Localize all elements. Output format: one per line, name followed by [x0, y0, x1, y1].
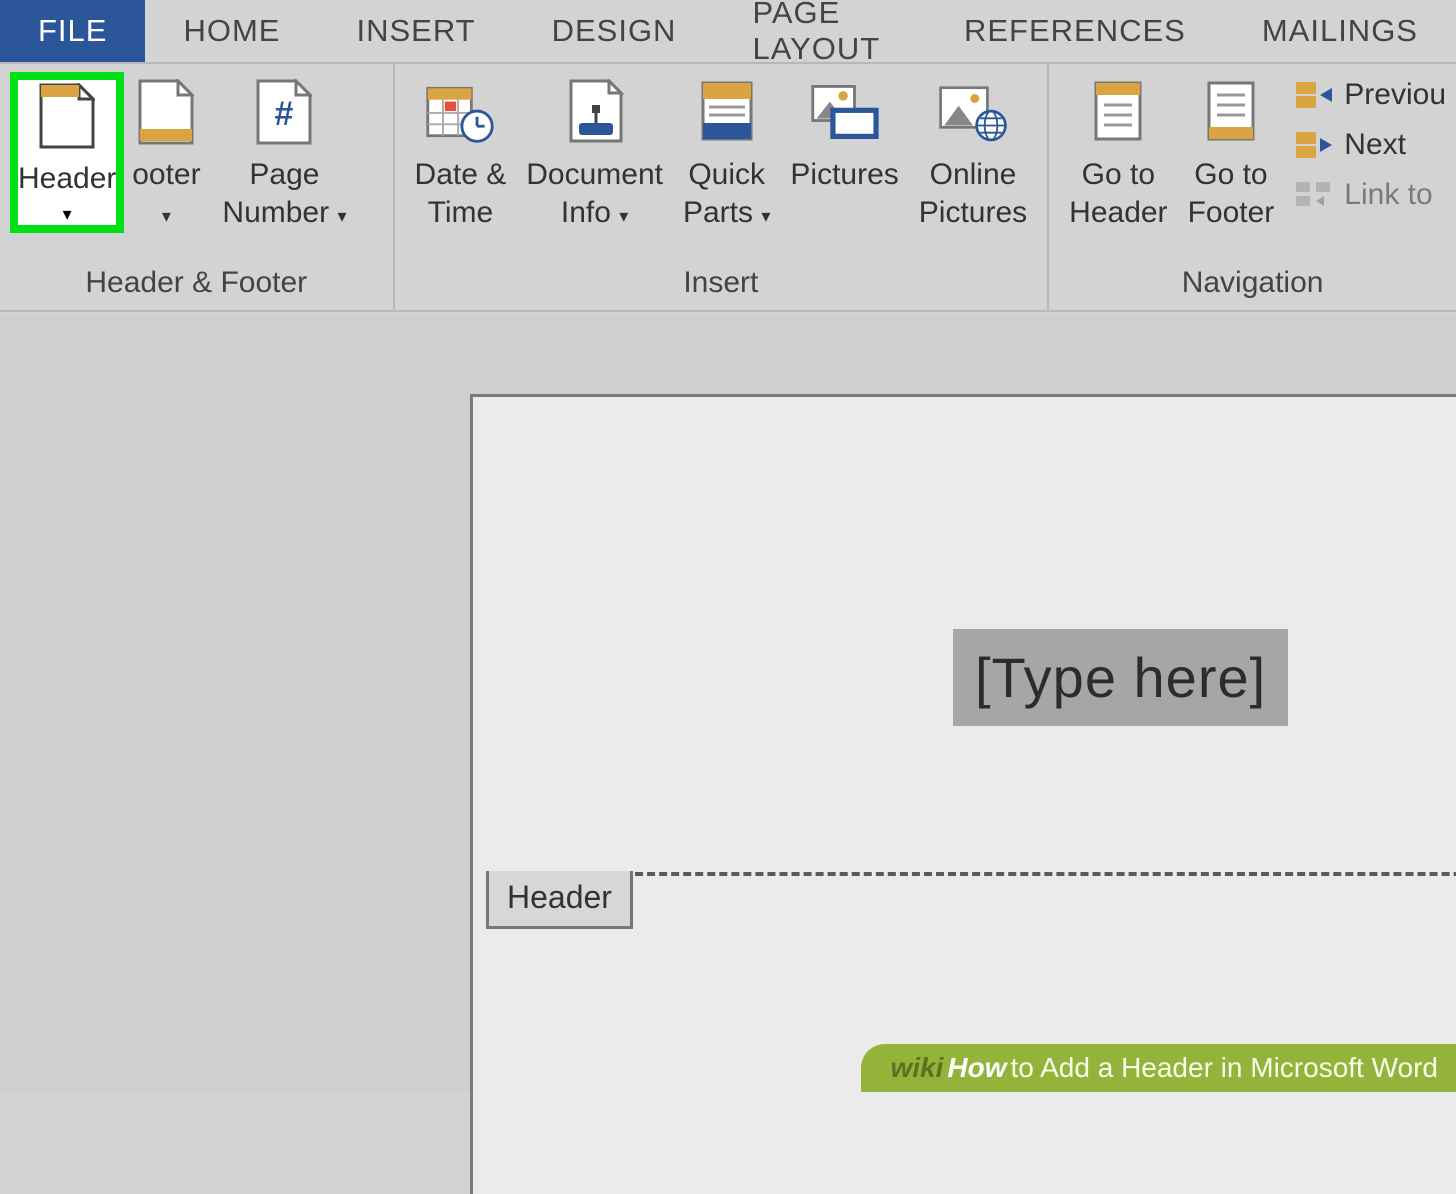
wikihow-watermark: wikiHow to Add a Header in Microsoft Wor… [861, 1044, 1456, 1092]
document-canvas: [Type here] Header [0, 314, 1456, 1092]
online-pictures-icon [937, 76, 1009, 148]
ribbon-group-insert: Date &Time DocumentInfo ▾ [395, 64, 1050, 310]
previous-button[interactable]: Previou [1294, 78, 1446, 112]
document-info-button-label: DocumentInfo ▾ [526, 156, 663, 231]
ribbon-group-label-header-footer: Header & Footer [0, 260, 393, 310]
ribbon-group-header-footer: Header ▾ ooter▾ [0, 64, 395, 310]
online-pictures-button[interactable]: OnlinePictures [909, 72, 1037, 235]
tab-insert[interactable]: INSERT [318, 0, 513, 62]
header-button-label: Header [18, 160, 116, 198]
previous-icon [1294, 80, 1334, 110]
pictures-button-label: Pictures [790, 156, 898, 194]
highlight-header-button: Header ▾ [10, 72, 124, 233]
quick-parts-icon [691, 76, 763, 148]
header-icon [31, 80, 103, 152]
link-to-button[interactable]: Link to [1294, 178, 1446, 212]
next-icon [1294, 130, 1334, 160]
header-boundary-line [623, 872, 1456, 876]
page-number-button-label: PageNumber ▾ [222, 156, 346, 231]
date-time-button[interactable]: Date &Time [405, 72, 517, 235]
goto-footer-icon [1195, 76, 1267, 148]
ribbon-group-label-insert: Insert [395, 260, 1048, 310]
online-pictures-button-label: OnlinePictures [919, 156, 1027, 231]
header-placeholder[interactable]: [Type here] [953, 629, 1288, 726]
link-to-button-label: Link to [1344, 178, 1432, 212]
page-number-icon: # [248, 76, 320, 148]
goto-footer-button-label: Go toFooter [1188, 156, 1275, 231]
document-info-icon [559, 76, 631, 148]
next-button[interactable]: Next [1294, 128, 1446, 162]
goto-header-button[interactable]: Go toHeader [1059, 72, 1177, 235]
ribbon-group-navigation: Go toHeader Go toFooter [1049, 64, 1456, 310]
tab-design[interactable]: DESIGN [514, 0, 715, 62]
date-time-icon [424, 76, 496, 148]
watermark-wiki: wiki [891, 1052, 944, 1084]
document-info-button[interactable]: DocumentInfo ▾ [516, 72, 673, 235]
tab-home[interactable]: HOME [145, 0, 318, 62]
chevron-down-icon: ▾ [63, 204, 72, 225]
tab-bar: FILE HOME INSERT DESIGN PAGE LAYOUT REFE… [0, 0, 1456, 64]
header-button[interactable]: Header ▾ [18, 80, 116, 225]
goto-footer-button[interactable]: Go toFooter [1178, 72, 1285, 235]
ribbon-group-label-navigation: Navigation [1049, 260, 1456, 310]
header-section-tag: Header [486, 871, 633, 929]
watermark-title: to Add a Header in Microsoft Word [1011, 1052, 1438, 1084]
tab-file[interactable]: FILE [0, 0, 145, 62]
quick-parts-button-label: QuickParts ▾ [683, 156, 770, 231]
previous-button-label: Previou [1344, 78, 1446, 112]
pictures-button[interactable]: Pictures [780, 72, 908, 198]
footer-button[interactable]: ooter▾ [120, 72, 212, 235]
goto-header-button-label: Go toHeader [1069, 156, 1167, 231]
tab-references[interactable]: REFERENCES [926, 0, 1224, 62]
date-time-button-label: Date &Time [415, 156, 507, 231]
link-to-icon [1294, 180, 1334, 210]
tab-page-layout[interactable]: PAGE LAYOUT [714, 0, 926, 62]
tab-mailings[interactable]: MAILINGS [1224, 0, 1456, 62]
watermark-how: How [947, 1052, 1006, 1084]
goto-header-icon [1082, 76, 1154, 148]
footer-icon [130, 76, 202, 148]
quick-parts-button[interactable]: QuickParts ▾ [673, 72, 780, 235]
ribbon: Header ▾ ooter▾ [0, 64, 1456, 312]
page-number-button[interactable]: # PageNumber ▾ [212, 72, 356, 235]
footer-button-label: ooter▾ [132, 156, 200, 231]
next-button-label: Next [1344, 128, 1406, 162]
svg-text:#: # [275, 95, 294, 133]
pictures-icon [809, 76, 881, 148]
